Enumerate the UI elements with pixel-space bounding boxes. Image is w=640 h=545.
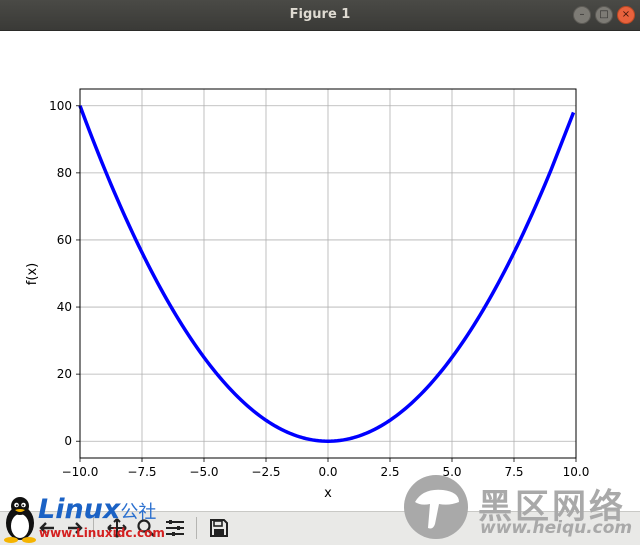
watermark-cn-url: www.heiqu.com — [480, 518, 633, 538]
x-tick-label: 2.5 — [380, 465, 399, 479]
y-tick-label: 0 — [64, 434, 72, 448]
maximize-button[interactable]: □ — [595, 6, 613, 24]
watermark-linux: Linux公社 www.Linuxidc.com — [2, 494, 212, 544]
y-tick-label: 100 — [49, 99, 72, 113]
minimize-button[interactable]: – — [573, 6, 591, 24]
x-tick-label: −10.0 — [62, 465, 99, 479]
close-button[interactable]: × — [617, 6, 635, 24]
y-axis-label: f(x) — [25, 263, 40, 285]
minimize-icon: – — [579, 9, 585, 20]
x-axis-label: x — [324, 486, 332, 501]
x-tick-label: 0.0 — [318, 465, 337, 479]
watermark-heiqu: 黑区网络 www.heiqu.com — [403, 474, 638, 542]
window-titlebar: Figure 1 – □ × — [0, 0, 640, 31]
x-tick-label: −2.5 — [251, 465, 280, 479]
y-tick-label: 40 — [57, 300, 72, 314]
plot-svg: −10.0 −7.5 −5.0 −2.5 0.0 2.5 5.0 7.5 10.0 020406… — [25, 88, 589, 501]
tux-logo-icon — [4, 497, 36, 543]
y-tick-label: 20 — [57, 367, 72, 381]
series-layer — [78, 105, 576, 443]
maximize-icon: □ — [599, 9, 609, 20]
window-controls: – □ × — [573, 6, 635, 24]
figure-canvas[interactable]: −10.0 −7.5 −5.0 −2.5 0.0 2.5 5.0 7.5 10.0 0 20 40 6… — [0, 31, 640, 511]
x-tick-label: −7.5 — [127, 465, 156, 479]
watermark-brand-text: Linux — [38, 494, 121, 525]
save-icon — [210, 519, 228, 537]
y-ticks: 0 20 40 60 80 100 — [49, 99, 80, 448]
x-tick-label: −5.0 — [189, 465, 218, 479]
watermark-brand: Linux公社 — [38, 494, 156, 525]
watermark-url: www.Linuxidc.com — [39, 526, 165, 540]
heiqu-logo-icon — [404, 475, 468, 539]
close-icon: × — [621, 9, 631, 20]
y-tick-label: 60 — [57, 233, 72, 247]
watermark-brand-suffix: 公社 — [120, 502, 157, 523]
series-line — [78, 105, 576, 443]
window-title: Figure 1 — [289, 7, 351, 22]
y-tick-label: 80 — [57, 166, 72, 180]
